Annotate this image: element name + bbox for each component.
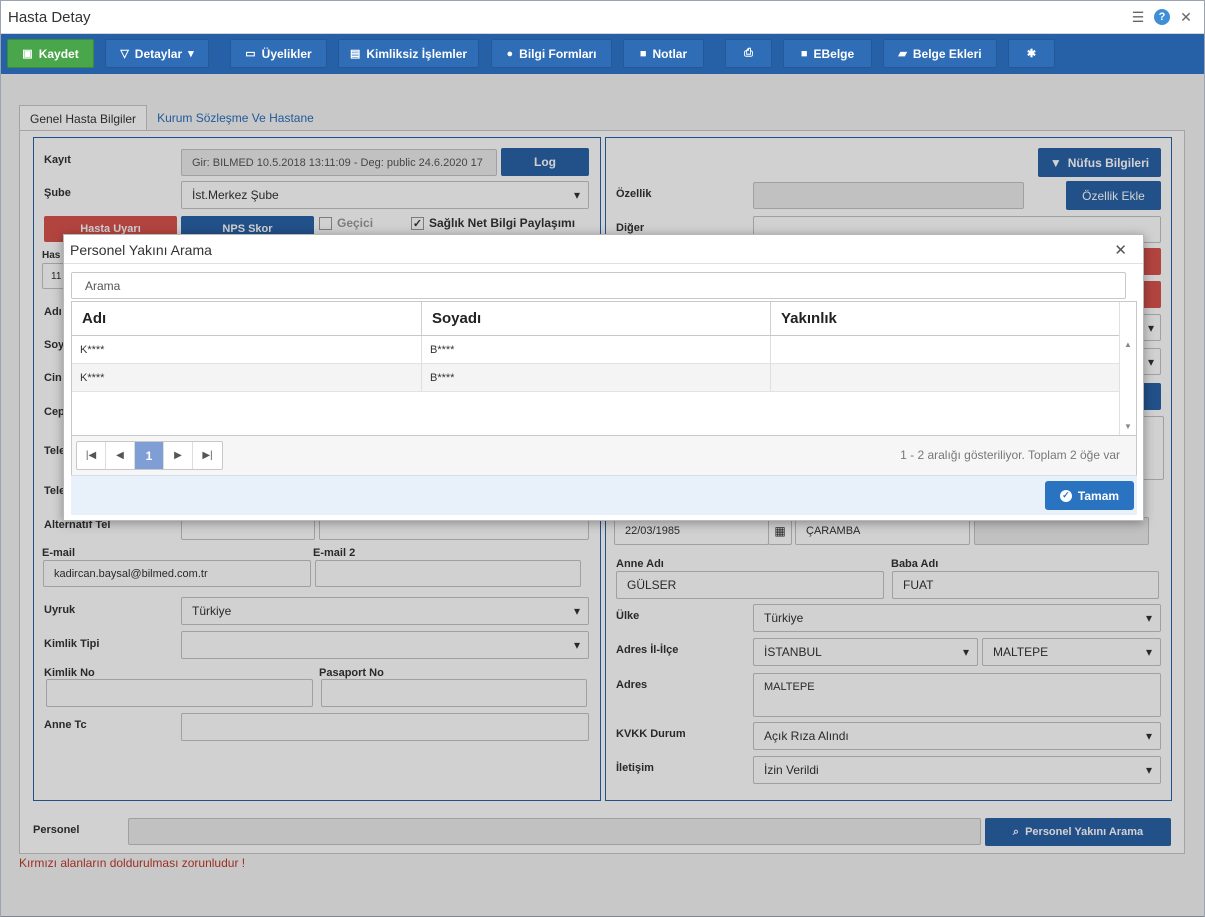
filter-icon: ▽ — [120, 48, 129, 60]
current-page-button[interactable]: 1 — [135, 442, 164, 469]
print-button[interactable]: ⎙ — [725, 39, 772, 68]
cell-relation — [771, 364, 1120, 391]
staff-relative-search-modal: Personel Yakını Arama ✕ Arama Adı Soyadı… — [63, 234, 1144, 521]
window-title: Hasta Detay — [8, 9, 91, 26]
notes-button[interactable]: ■ Notlar — [623, 39, 704, 68]
pagination-controls: |◀ ◀ 1 ▶ ▶| — [76, 441, 223, 470]
search-input[interactable]: Arama — [71, 272, 1126, 299]
table-row[interactable]: K**** B**** — [72, 336, 1120, 364]
pagination-bar: |◀ ◀ 1 ▶ ▶| 1 - 2 aralığı gösteriliyor. … — [72, 435, 1136, 475]
column-header-name[interactable]: Adı — [72, 302, 422, 335]
caret-down-icon: ▾ — [188, 48, 194, 60]
divider — [64, 263, 1143, 264]
ok-button[interactable]: ✓ Tamam — [1045, 481, 1134, 510]
close-icon[interactable]: ✕ — [1178, 9, 1194, 25]
note-icon: ■ — [639, 47, 647, 60]
help-icon[interactable]: ? — [1154, 9, 1170, 25]
settings-sliders-icon[interactable]: ☰ — [1130, 9, 1146, 25]
ebelge-button[interactable]: ■ EBelge — [783, 39, 872, 68]
cell-relation — [771, 336, 1120, 363]
details-dropdown-button[interactable]: ▽ Detaylar ▾ — [105, 39, 209, 68]
next-page-icon[interactable]: ▶ — [164, 442, 193, 469]
settings-button[interactable]: ✱ — [1008, 39, 1055, 68]
monitor-icon: ▭ — [245, 48, 256, 60]
cell-name: K**** — [72, 364, 422, 391]
cell-surname: B**** — [422, 364, 771, 391]
users-icon: ● — [506, 47, 514, 60]
modal-footer: ✓ Tamam — [71, 475, 1137, 515]
id-card-icon: ▤ — [349, 48, 361, 60]
book-icon: ■ — [800, 47, 808, 60]
column-header-surname[interactable]: Soyadı — [422, 302, 771, 335]
save-button[interactable]: ▣ Kaydet — [7, 39, 94, 68]
info-forms-button[interactable]: ● Bilgi Formları — [491, 39, 612, 68]
scroll-up-icon[interactable]: ▲ — [1124, 340, 1132, 349]
patient-detail-window: Hasta Detay ☰ ? ✕ ▣ Kaydet ▽ Detaylar ▾ ▭ Üy… — [0, 0, 1205, 917]
floppy-icon: ▣ — [22, 48, 33, 60]
last-page-icon[interactable]: ▶| — [193, 442, 222, 469]
results-grid: Adı Soyadı Yakınlık K**** B**** K**** B*… — [71, 301, 1137, 476]
prev-page-icon[interactable]: ◀ — [106, 442, 135, 469]
attachments-button[interactable]: ▰ Belge Ekleri — [883, 39, 997, 68]
anonymous-ops-button[interactable]: ▤ Kimliksiz İşlemler — [338, 39, 479, 68]
modal-title: Personel Yakını Arama — [70, 242, 212, 258]
table-row[interactable]: K**** B**** — [72, 364, 1120, 392]
folder-icon: ▰ — [898, 48, 907, 60]
scroll-down-icon[interactable]: ▼ — [1124, 422, 1132, 431]
check-circle-icon: ✓ — [1059, 489, 1072, 502]
column-header-relation[interactable]: Yakınlık — [771, 302, 1120, 335]
cell-surname: B**** — [422, 336, 771, 363]
window-controls: ☰ ? ✕ — [1130, 9, 1194, 25]
cell-name: K**** — [72, 336, 422, 363]
gear-icon: ✱ — [1026, 48, 1037, 60]
page-info: 1 - 2 aralığı gösteriliyor. Toplam 2 öğe… — [900, 448, 1120, 462]
memberships-button[interactable]: ▭ Üyelikler — [230, 39, 327, 68]
window-titlebar: Hasta Detay ☰ ? ✕ — [1, 1, 1204, 34]
grid-scrollbar[interactable]: ▲ ▼ — [1119, 302, 1136, 435]
toolbar: ▣ Kaydet ▽ Detaylar ▾ ▭ Üyelikler ▤ Kimliksiz… — [1, 34, 1204, 74]
close-icon[interactable]: ✕ — [1114, 241, 1127, 259]
grid-header: Adı Soyadı Yakınlık — [72, 302, 1120, 336]
print-icon: ⎙ — [744, 47, 753, 59]
first-page-icon[interactable]: |◀ — [77, 442, 106, 469]
